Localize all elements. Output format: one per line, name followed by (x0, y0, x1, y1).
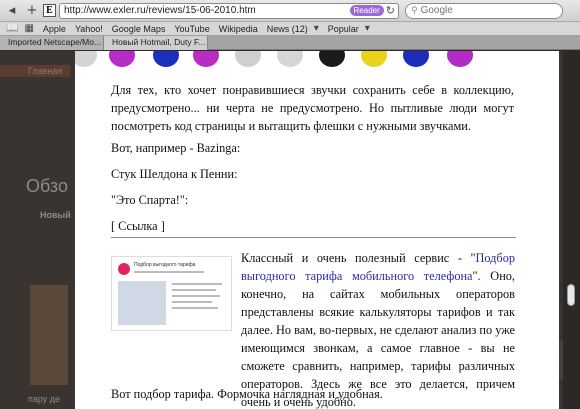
paragraph-service-before: Классный и очень полезный сервис - " (241, 251, 476, 265)
scrollbar[interactable] (563, 51, 580, 409)
background-heading: Обзо (26, 176, 68, 196)
color-circle[interactable] (361, 51, 387, 67)
reading-list-icon[interactable]: 📖 (6, 23, 18, 34)
paragraph-sparta: "Это Спарта!": (111, 193, 189, 207)
url-text[interactable]: http://www.exler.ru/reviews/15-06-2010.h… (64, 5, 350, 16)
bookmark-youtube[interactable]: YouTube (174, 24, 209, 34)
scrollbar-thumb[interactable] (567, 284, 575, 306)
color-circle[interactable] (153, 51, 179, 67)
color-circle[interactable] (75, 51, 97, 67)
paragraph-bazinga: Вот, например - Bazinga: (111, 141, 241, 155)
color-circle[interactable] (109, 51, 135, 67)
thumb-bar (172, 295, 220, 297)
bookmark-wikipedia[interactable]: Wikipedia (219, 24, 258, 34)
thumb-image (118, 281, 166, 325)
thumb-bar (172, 307, 218, 309)
search-icon: ⚲ (411, 5, 418, 16)
browser-toolbar: ◂ + E http://www.exler.ru/reviews/15-06-… (0, 0, 580, 22)
bookmark-popular[interactable]: Popular (328, 24, 359, 34)
background-nav-text: Главная (28, 66, 63, 76)
thumb-bar (134, 271, 204, 273)
tab-bar: Imported Netscape/Mo... Новый Hotmail, D… (0, 36, 580, 50)
tab-imported[interactable]: Imported Netscape/Mo... (0, 36, 104, 50)
thumb-bar (172, 283, 222, 285)
color-circles (75, 51, 559, 73)
address-bar[interactable]: http://www.exler.ru/reviews/15-06-2010.h… (59, 2, 399, 19)
thumb-bar (172, 301, 212, 303)
bookmark-news[interactable]: News (12) (267, 24, 308, 34)
background-label: Новый (40, 210, 71, 220)
color-circle[interactable] (403, 51, 429, 67)
paragraph-intro: Для тех, кто хочет понравившиеся звучки … (111, 83, 514, 133)
reader-button[interactable]: Reader (349, 5, 384, 16)
search-field[interactable]: ⚲ (405, 2, 563, 19)
color-circle[interactable] (277, 51, 303, 67)
top-sites-icon[interactable]: ▦ (24, 23, 33, 34)
background-caption: пару де (28, 394, 61, 404)
color-circle[interactable] (319, 51, 345, 67)
tariff-thumbnail[interactable]: Подбор выгодного тарифа (111, 256, 232, 331)
bookmark-yahoo[interactable]: Yahoo! (75, 24, 103, 34)
bookmark-google-maps[interactable]: Google Maps (112, 24, 166, 34)
thumb-bar (172, 289, 216, 291)
background-image (30, 285, 68, 385)
logo-icon (118, 263, 130, 275)
color-circle[interactable] (447, 51, 473, 67)
divider (111, 237, 516, 238)
paragraph-sheldon: Стук Шелдона к Пенни: (111, 167, 238, 181)
link-reference[interactable]: [ Ссылка ] (111, 217, 514, 235)
chevron-down-icon[interactable]: ▾ (314, 23, 319, 34)
site-favicon-icon: E (43, 4, 56, 17)
chevron-down-icon[interactable]: ▾ (365, 23, 370, 34)
search-input[interactable] (420, 5, 551, 16)
reader-article: Для тех, кто хочет понравившиеся звучки … (75, 51, 559, 409)
reload-icon[interactable]: ↻ (386, 4, 395, 17)
color-circle[interactable] (193, 51, 219, 67)
back-icon[interactable]: ◂ (4, 3, 20, 19)
add-bookmark-icon[interactable]: + (24, 3, 40, 19)
bookmark-apple[interactable]: Apple (43, 24, 66, 34)
thumbnail-title: Подбор выгодного тарифа (134, 262, 196, 268)
paragraph-form: Вот подбор тарифа. Формочка наглядная и … (111, 387, 383, 401)
paragraph-service: Классный и очень полезный сервис - "Подб… (241, 249, 515, 409)
bookmarks-bar: 📖 ▦ Apple Yahoo! Google Maps YouTube Wik… (0, 22, 580, 36)
tab-hotmail[interactable]: Новый Hotmail, Duty F... (104, 36, 208, 50)
color-circle[interactable] (235, 51, 261, 67)
